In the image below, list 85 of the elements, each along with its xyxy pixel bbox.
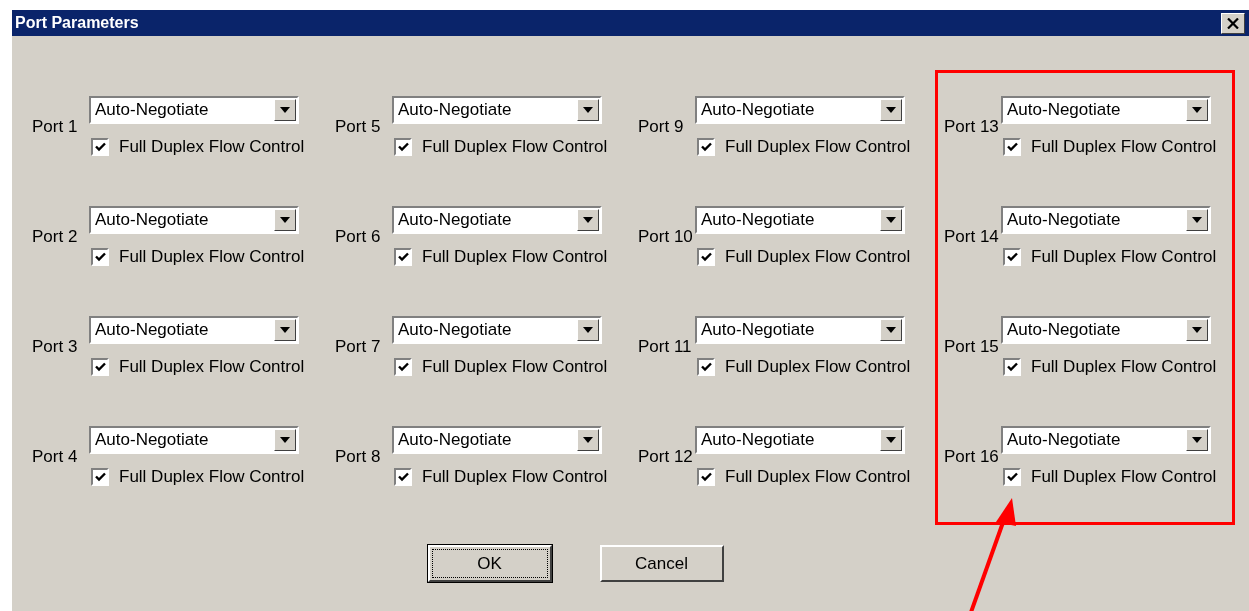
checkmark-icon [700, 362, 712, 372]
checkmark-icon [397, 472, 409, 482]
speed-dropdown[interactable]: Auto-Negotiate [392, 316, 602, 344]
checkbox[interactable] [1003, 468, 1021, 486]
close-icon [1227, 17, 1239, 29]
port-label: Port 12 [638, 447, 694, 467]
checkmark-icon [397, 252, 409, 262]
speed-dropdown[interactable]: Auto-Negotiate [89, 96, 299, 124]
checkbox[interactable] [1003, 358, 1021, 376]
checkbox[interactable] [697, 358, 715, 376]
checkbox-label: Full Duplex Flow Control [119, 137, 305, 157]
dialog-button[interactable]: OK [427, 545, 552, 582]
speed-dropdown[interactable]: Auto-Negotiate [695, 206, 905, 234]
window-title: Port Parameters [15, 14, 139, 32]
checkbox-label: Full Duplex Flow Control [422, 247, 608, 267]
close-button[interactable] [1221, 12, 1245, 34]
speed-dropdown[interactable]: Auto-Negotiate [392, 426, 602, 454]
checkbox[interactable] [394, 248, 412, 266]
checkmark-icon [94, 252, 106, 262]
checkmark-icon [1006, 472, 1018, 482]
checkmark-icon [1006, 252, 1018, 262]
port-label: Port 16 [944, 447, 1000, 467]
checkmark-icon [397, 362, 409, 372]
dialog-button[interactable]: Cancel [599, 545, 724, 582]
checkmark-icon [1006, 142, 1018, 152]
checkbox-label: Full Duplex Flow Control [119, 247, 305, 267]
checkbox-label: Full Duplex Flow Control [1031, 357, 1217, 377]
speed-dropdown[interactable]: Auto-Negotiate [89, 426, 299, 454]
speed-dropdown[interactable]: Auto-Negotiate [89, 206, 299, 234]
checkbox-label: Full Duplex Flow Control [119, 467, 305, 487]
checkbox[interactable] [697, 468, 715, 486]
speed-dropdown[interactable]: Auto-Negotiate [89, 316, 299, 344]
checkbox-label: Full Duplex Flow Control [1031, 467, 1217, 487]
port-label: Port 13 [944, 117, 1000, 137]
port-label: Port 8 [335, 447, 382, 467]
checkmark-icon [94, 362, 106, 372]
checkbox[interactable] [1003, 248, 1021, 266]
checkbox-label: Full Duplex Flow Control [119, 357, 305, 377]
checkbox[interactable] [1003, 138, 1021, 156]
checkbox[interactable] [394, 138, 412, 156]
checkbox[interactable] [91, 248, 109, 266]
checkmark-icon [700, 472, 712, 482]
checkbox-label: Full Duplex Flow Control [725, 467, 911, 487]
checkmark-icon [94, 142, 106, 152]
speed-dropdown[interactable]: Auto-Negotiate [392, 96, 602, 124]
port-label: Port 4 [32, 447, 79, 467]
checkbox-label: Full Duplex Flow Control [725, 247, 911, 267]
speed-dropdown[interactable]: Auto-Negotiate [1001, 206, 1211, 234]
checkbox[interactable] [91, 138, 109, 156]
checkmark-icon [94, 472, 106, 482]
port-label: Port 3 [32, 337, 79, 357]
checkmark-icon [397, 142, 409, 152]
checkbox-label: Full Duplex Flow Control [422, 137, 608, 157]
checkbox-label: Full Duplex Flow Control [1031, 137, 1217, 157]
checkbox-label: Full Duplex Flow Control [725, 357, 911, 377]
checkbox-label: Full Duplex Flow Control [1031, 247, 1217, 267]
checkbox[interactable] [697, 138, 715, 156]
port-label: Port 14 [944, 227, 1000, 247]
checkbox[interactable] [91, 468, 109, 486]
port-label: Port 15 [944, 337, 1000, 357]
speed-dropdown[interactable]: Auto-Negotiate [1001, 96, 1211, 124]
speed-dropdown[interactable]: Auto-Negotiate [695, 96, 905, 124]
speed-dropdown[interactable]: Auto-Negotiate [695, 316, 905, 344]
checkbox-label: Full Duplex Flow Control [725, 137, 911, 157]
speed-dropdown[interactable]: Auto-Negotiate [1001, 316, 1211, 344]
checkmark-icon [700, 142, 712, 152]
port-label: Port 1 [32, 117, 79, 137]
port-label: Port 5 [335, 117, 382, 137]
checkbox[interactable] [697, 248, 715, 266]
checkmark-icon [1006, 362, 1018, 372]
checkbox[interactable] [394, 468, 412, 486]
checkbox[interactable] [394, 358, 412, 376]
port-label: Port 2 [32, 227, 79, 247]
port-label: Port 7 [335, 337, 382, 357]
port-label: Port 11 [638, 337, 693, 357]
port-label: Port 6 [335, 227, 382, 247]
speed-dropdown[interactable]: Auto-Negotiate [695, 426, 905, 454]
speed-dropdown[interactable]: Auto-Negotiate [392, 206, 602, 234]
speed-dropdown[interactable]: Auto-Negotiate [1001, 426, 1211, 454]
port-label: Port 9 [638, 117, 685, 137]
checkmark-icon [700, 252, 712, 262]
port-label: Port 10 [638, 227, 694, 247]
checkbox[interactable] [91, 358, 109, 376]
checkbox-label: Full Duplex Flow Control [422, 467, 608, 487]
checkbox-label: Full Duplex Flow Control [422, 357, 608, 377]
